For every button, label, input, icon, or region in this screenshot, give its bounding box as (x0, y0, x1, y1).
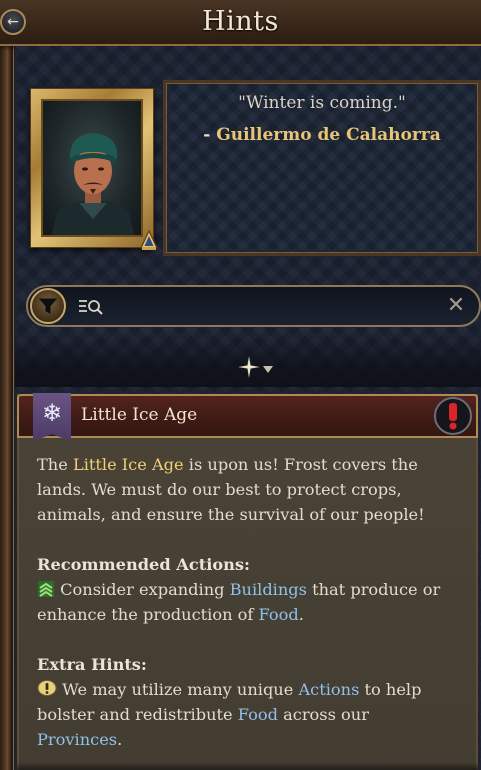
recommended-text-end: . (298, 605, 304, 624)
search-icon (79, 300, 103, 315)
author-name: Guillermo de Calahorra (216, 125, 441, 145)
recommended-actions: Recommended Actions: Consider expanding … (37, 552, 457, 627)
search-input[interactable] (110, 293, 450, 321)
quote-author: - Guillermo de Calahorra (166, 125, 478, 145)
link-food[interactable]: Food (259, 605, 299, 624)
hint-intro: The Little Ice Age is upon us! Frost cov… (37, 452, 457, 527)
search-bar: ✕ (26, 285, 481, 327)
filter-button[interactable] (30, 288, 66, 324)
recommended-text-start: Consider expanding (55, 580, 230, 599)
snowflake-icon: ❄ (33, 393, 71, 441)
card-bottom-shadow (17, 762, 478, 770)
keyword-little-ice-age[interactable]: Little Ice Age (73, 455, 184, 474)
sort-star-icon[interactable] (237, 355, 261, 379)
link-buildings[interactable]: Buildings (230, 580, 307, 599)
chevron-down-icon[interactable] (263, 366, 273, 373)
left-frame-border (0, 46, 14, 770)
link-food-2[interactable]: Food (238, 705, 278, 724)
author-dash: - (203, 125, 217, 145)
link-provinces[interactable]: Provinces (37, 730, 117, 749)
extra-heading: Extra Hints: (37, 655, 147, 674)
extra-text-end: . (117, 730, 123, 749)
extra-text-mid2: across our (277, 705, 369, 724)
extra-text-start: We may utilize many unique (57, 680, 299, 699)
quote-text: "Winter is coming." (238, 93, 406, 113)
intro-text-start: The (37, 455, 73, 474)
page-title: Hints (202, 6, 279, 37)
chevrons-up-icon (38, 581, 54, 597)
close-icon: ✕ (446, 293, 466, 318)
hint-title: Little Ice Age (81, 405, 198, 425)
lightbulb-icon (37, 680, 57, 696)
character-portrait[interactable] (30, 88, 154, 248)
character-quote-box: "Winter is coming." - Guillermo de Calah… (163, 80, 481, 256)
funnel-icon (39, 298, 57, 314)
hint-body: The Little Ice Age is upon us! Frost cov… (37, 452, 457, 770)
rank-icon (140, 229, 158, 250)
link-actions[interactable]: Actions (298, 680, 359, 699)
window-header: ← Hints (0, 0, 481, 46)
portrait-image (41, 99, 143, 237)
clear-search-button[interactable]: ✕ (445, 294, 467, 318)
exclamation-icon[interactable] (434, 397, 472, 435)
extra-hints: Extra Hints: We may utilize many unique … (37, 652, 457, 752)
recommended-heading: Recommended Actions: (37, 555, 250, 574)
